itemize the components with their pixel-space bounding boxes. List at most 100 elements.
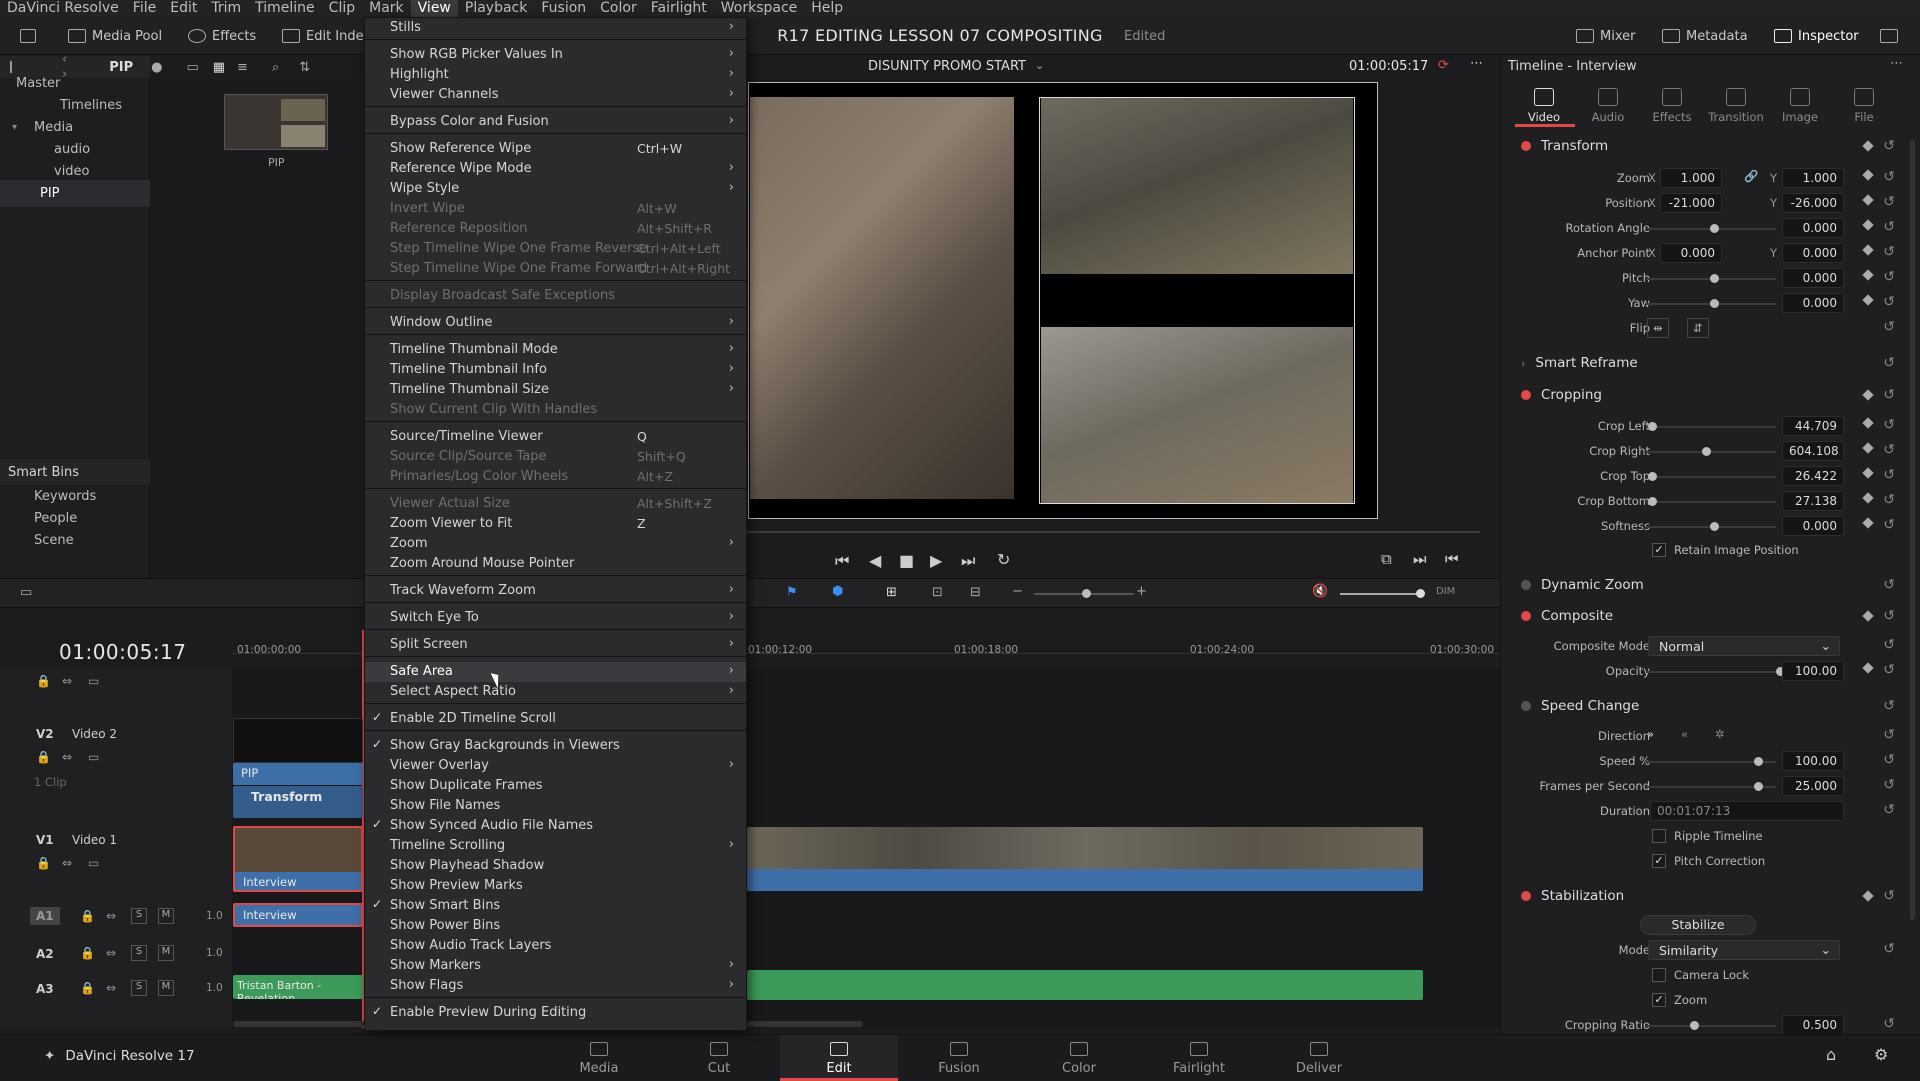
marker-icon[interactable]: ⬢ bbox=[832, 584, 843, 599]
smart-bin-keywords[interactable]: Keywords bbox=[0, 486, 150, 508]
reset-icon[interactable]: ↺ bbox=[1883, 194, 1895, 210]
menu-item-reference-wipe-mode[interactable]: Reference Wipe Mode › bbox=[365, 159, 746, 179]
timeline-view-options-icon[interactable]: ▭ bbox=[20, 585, 32, 600]
menu-item-show-synced-audio-file-names[interactable]: ✓ Show Synced Audio File Names bbox=[365, 816, 746, 836]
reset-icon[interactable]: ↺ bbox=[1883, 802, 1895, 818]
viewer-timeline-name[interactable]: DISUNITY PROMO START bbox=[868, 59, 1026, 74]
chevron-right-icon[interactable]: › bbox=[1521, 357, 1525, 370]
page-fusion[interactable]: Fusion bbox=[900, 1035, 1018, 1081]
section-dynamic-zoom[interactable]: Dynamic Zoom ↺ bbox=[1508, 571, 1912, 599]
menu-item-zoom[interactable]: Zoom › bbox=[365, 534, 746, 554]
stabilize-button[interactable]: Stabilize bbox=[1640, 915, 1756, 935]
skip-back-icon[interactable]: ⏮ bbox=[835, 551, 849, 571]
detail-zoom-icon[interactable]: ⊡ bbox=[932, 585, 943, 600]
list-view-icon[interactable]: ≡ bbox=[237, 60, 248, 75]
keyframe-icon[interactable] bbox=[1862, 389, 1874, 401]
cropping-ratio-slider[interactable] bbox=[1646, 1021, 1776, 1030]
pip-clip[interactable]: PIP bbox=[233, 763, 363, 785]
section-cropping[interactable]: Cropping ↺ bbox=[1508, 381, 1912, 409]
menu-item-timeline-scrolling[interactable]: Timeline Scrolling › bbox=[365, 836, 746, 856]
reset-icon[interactable]: ↺ bbox=[1883, 244, 1895, 260]
reset-icon[interactable]: ↺ bbox=[1883, 941, 1895, 957]
transform-keyframe-track[interactable]: Transform bbox=[233, 786, 363, 818]
inspector-scrollbar[interactable] bbox=[1910, 140, 1915, 920]
menu-file[interactable]: File bbox=[126, 0, 163, 17]
track-name[interactable]: Video 2 bbox=[72, 727, 117, 741]
reset-icon[interactable]: ↺ bbox=[1883, 442, 1895, 458]
enable-toggle-icon[interactable] bbox=[1521, 390, 1531, 400]
menu-davinci-resolve[interactable]: DaVinci Resolve bbox=[0, 0, 126, 17]
more-options-icon[interactable]: ⋯ bbox=[1470, 56, 1483, 71]
tab-image[interactable]: Image bbox=[1770, 88, 1830, 124]
crop-left-slider[interactable] bbox=[1646, 422, 1776, 431]
keyframe-icon[interactable] bbox=[1862, 662, 1874, 674]
tab-audio[interactable]: Audio bbox=[1578, 88, 1638, 124]
keyframe-icon[interactable] bbox=[1862, 244, 1874, 256]
mute-button[interactable]: M bbox=[158, 908, 174, 924]
tab-video[interactable]: Video bbox=[1514, 88, 1574, 124]
inspector-button[interactable]: Inspector bbox=[1774, 25, 1859, 47]
loop-icon[interactable]: ↻ bbox=[997, 550, 1010, 569]
next-edit-icon[interactable]: ⏭ bbox=[1413, 550, 1427, 568]
menu-item-source-timeline-viewer[interactable]: Source/Timeline Viewer Q bbox=[365, 427, 746, 447]
cropping-ratio-field[interactable]: 0.500 bbox=[1782, 1015, 1844, 1035]
reset-icon[interactable]: ↺ bbox=[1883, 492, 1895, 508]
smart-bin-people[interactable]: People bbox=[0, 508, 150, 530]
reset-icon[interactable]: ↺ bbox=[1883, 777, 1895, 793]
section-transform[interactable]: Transform ↺ bbox=[1508, 132, 1912, 160]
reset-icon[interactable]: ↺ bbox=[1883, 608, 1895, 624]
lock-icon[interactable]: 🔒 bbox=[36, 674, 51, 688]
reset-icon[interactable]: ↺ bbox=[1883, 698, 1895, 714]
rotation-angle-field[interactable]: 0.000 bbox=[1782, 218, 1844, 238]
reset-icon[interactable]: ↺ bbox=[1883, 467, 1895, 483]
metadata-button[interactable]: Metadata bbox=[1662, 25, 1748, 47]
forward-icon[interactable]: » bbox=[1647, 727, 1654, 741]
lock-icon[interactable]: 🔒 bbox=[36, 856, 51, 870]
mute-button[interactable]: M bbox=[158, 980, 174, 996]
crop-right-slider[interactable] bbox=[1646, 447, 1776, 456]
reset-icon[interactable]: ↺ bbox=[1883, 517, 1895, 533]
position-y-field[interactable]: -26.000 bbox=[1782, 193, 1844, 213]
dim-button[interactable]: DIM bbox=[1436, 586, 1455, 597]
reset-icon[interactable]: ↺ bbox=[1883, 219, 1895, 235]
menu-edit[interactable]: Edit bbox=[163, 0, 204, 17]
reset-icon[interactable]: ↺ bbox=[1883, 138, 1895, 154]
zoom-x-field[interactable]: 1.000 bbox=[1660, 168, 1722, 188]
duration-field[interactable]: 00:01:07:13 bbox=[1650, 801, 1844, 821]
tree-item-pip[interactable]: PIP bbox=[0, 180, 150, 207]
menu-mark[interactable]: Mark bbox=[362, 0, 411, 17]
position-x-field[interactable]: -21.000 bbox=[1660, 193, 1722, 213]
menu-item-highlight[interactable]: Highlight › bbox=[365, 65, 746, 85]
menu-item-zoom-around-mouse-pointer[interactable]: Zoom Around Mouse Pointer bbox=[365, 554, 746, 574]
solo-button[interactable]: S bbox=[131, 945, 147, 961]
menu-playback[interactable]: Playback bbox=[458, 0, 534, 17]
lock-icon[interactable]: 🔒 bbox=[80, 946, 95, 960]
reverse-icon[interactable]: « bbox=[1681, 727, 1688, 741]
link-icon[interactable]: 🔗 bbox=[1744, 169, 1758, 183]
record-icon[interactable]: ● bbox=[151, 60, 162, 75]
keyframe-icon[interactable] bbox=[1862, 194, 1874, 206]
video-toggle-icon[interactable]: ▭ bbox=[88, 750, 99, 764]
crop-top-field[interactable]: 26.422 bbox=[1782, 466, 1844, 486]
auto-track-icon[interactable]: ⇔ bbox=[62, 856, 72, 870]
mute-button[interactable]: M bbox=[158, 945, 174, 961]
reset-icon[interactable]: ↺ bbox=[1883, 417, 1895, 433]
video-toggle-icon[interactable]: ▭ bbox=[88, 674, 99, 688]
menu-item-safe-area[interactable]: Safe Area › bbox=[365, 662, 746, 682]
rotation-angle-slider[interactable] bbox=[1646, 224, 1776, 233]
lock-icon[interactable]: 🔒 bbox=[36, 750, 51, 764]
interview-video-clip[interactable]: Interview bbox=[233, 826, 363, 892]
stabilization-mode-select[interactable]: Similarity ⌄ bbox=[1648, 940, 1840, 960]
menu-item-zoom-viewer-to-fit[interactable]: Zoom Viewer to Fit Z bbox=[365, 514, 746, 534]
menu-item-show-rgb-picker-values-in[interactable]: Show RGB Picker Values In › bbox=[365, 45, 746, 65]
camera-lock-checkbox[interactable] bbox=[1652, 968, 1666, 982]
menu-timeline[interactable]: Timeline bbox=[248, 0, 322, 17]
crop-bottom-field[interactable]: 27.138 bbox=[1782, 491, 1844, 511]
mixer-button[interactable]: Mixer bbox=[1576, 25, 1635, 47]
menu-item-show-power-bins[interactable]: Show Power Bins bbox=[365, 916, 746, 936]
menu-item-show-gray-backgrounds-in-viewers[interactable]: ✓ Show Gray Backgrounds in Viewers bbox=[365, 736, 746, 756]
custom-zoom-icon[interactable]: ⊟ bbox=[970, 585, 981, 600]
menu-fairlight[interactable]: Fairlight bbox=[644, 0, 714, 17]
keyframe-icon[interactable] bbox=[1862, 294, 1874, 306]
menu-item-window-outline[interactable]: Window Outline › bbox=[365, 313, 746, 333]
